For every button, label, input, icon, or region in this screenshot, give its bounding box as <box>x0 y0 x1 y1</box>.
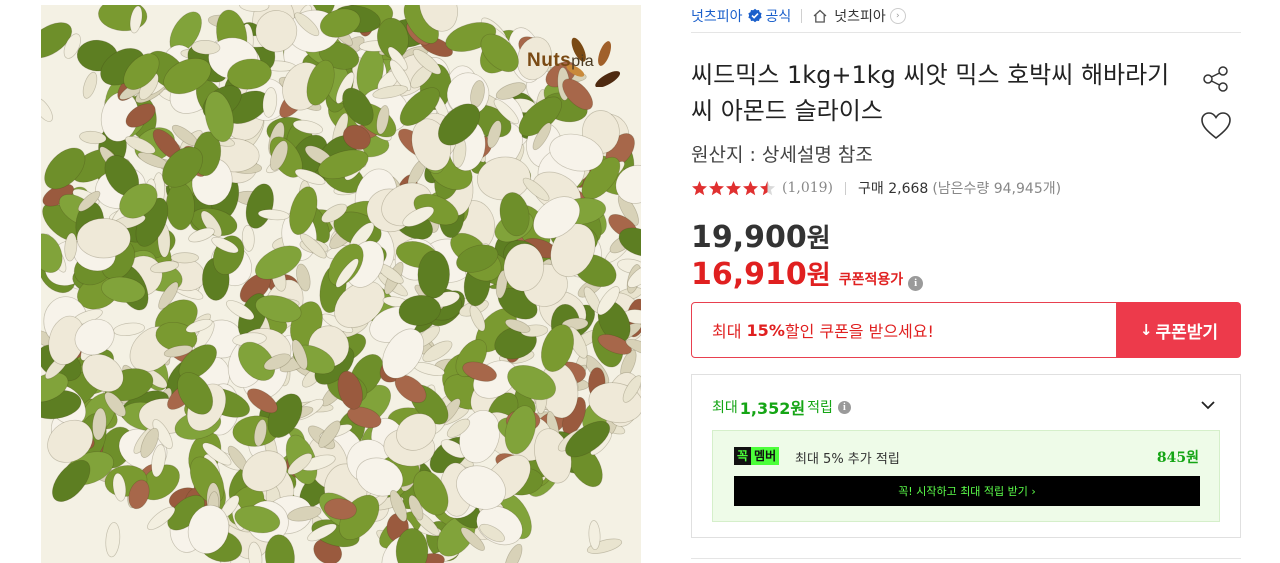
product-image[interactable]: Nutspia <box>41 5 641 563</box>
info-icon[interactable]: i <box>908 275 924 291</box>
star-icon <box>709 180 724 195</box>
home-icon <box>813 9 827 23</box>
badge-part: 멤버 <box>751 447 780 465</box>
membership-badge: 꼭 멤버 <box>734 447 780 465</box>
membership-cta-button[interactable]: 꼭! 시작하고 최대 적립 받기 › <box>734 476 1200 506</box>
membership-text: 최대 5% 추가 적립 <box>795 452 900 467</box>
points-summary: 최대 1,352원 적립 i <box>712 395 851 419</box>
star-icon <box>726 180 741 195</box>
purchase-count: 구매 2,668 <box>858 181 929 197</box>
official-label: 공식 <box>765 9 792 25</box>
get-coupon-label: 쿠폰받기 <box>1155 322 1219 343</box>
badge-part: 꼭 <box>734 447 752 465</box>
info-icon[interactable]: i <box>837 400 851 414</box>
membership-promo: 꼭 멤버 최대 5% 추가 적립 845원 꼭! 시작하고 최대 적립 받기 › <box>712 430 1220 522</box>
star-icon <box>692 180 707 195</box>
stock-count: (남은수량 94,945개) <box>932 181 1062 197</box>
store-name-link[interactable]: 넛츠피아 <box>691 6 743 26</box>
points-section: 최대 1,352원 적립 i 꼭 멤버 최대 5% 추가 적립 845원 꼭! 시… <box>691 374 1241 538</box>
coupon-prefix: 최대 <box>712 322 742 341</box>
membership-amount: 845원 <box>1156 450 1199 466</box>
original-price-value: 19,900 <box>691 220 807 255</box>
points-amount: 1,352원 <box>739 399 806 418</box>
divider <box>801 9 803 23</box>
star-icon <box>743 180 758 195</box>
coupon-suffix: 할인 쿠폰을 받으세요! <box>784 322 934 341</box>
chevron-down-icon[interactable] <box>1198 395 1218 415</box>
share-icon[interactable] <box>1199 62 1233 96</box>
product-info-panel: 넛츠피아 공식 넛츠피아 › 씨드믹스 1kg+1kg 씨앗 믹스 호박씨 해바… <box>691 0 1241 563</box>
origin-text: 원산지 : 상세설명 참조 <box>691 144 873 166</box>
points-suffix: 적립 <box>807 400 833 416</box>
store-home-link[interactable]: 넛츠피아 <box>834 6 886 26</box>
sale-price-row: 16,910원 쿠폰적용가 i <box>691 255 924 292</box>
divider <box>845 181 847 195</box>
chevron-right-icon[interactable]: › <box>889 8 906 24</box>
store-bar: 넛츠피아 공식 넛츠피아 › <box>691 0 1241 33</box>
price-unit: 원 <box>806 224 831 254</box>
review-count[interactable]: (1,019) <box>782 180 833 196</box>
star-rating <box>691 180 776 197</box>
coupon-percent: 15% <box>746 320 785 340</box>
sale-price-value: 16,910 <box>691 257 807 292</box>
verified-icon <box>747 8 762 23</box>
original-price: 19,900원 <box>691 218 831 255</box>
product-photo <box>41 5 641 563</box>
points-prefix: 최대 <box>712 400 738 416</box>
product-title: 씨드믹스 1kg+1kg 씨앗 믹스 호박씨 해바라기씨 아몬드 슬라이스 <box>691 61 1170 125</box>
brand-logo: Nutspia <box>527 50 595 71</box>
divider <box>691 558 1241 559</box>
coupon-price-label: 쿠폰적용가 <box>838 272 904 288</box>
rating-row: (1,019) 구매 2,668 (남은수량 94,945개) <box>691 178 1061 198</box>
heart-icon[interactable] <box>1199 109 1233 143</box>
get-coupon-button[interactable]: ↓ 쿠폰받기 <box>1117 302 1241 358</box>
sale-price: 16,910원 <box>691 255 831 292</box>
price-unit: 원 <box>806 261 831 291</box>
download-icon: ↓ <box>1139 321 1153 339</box>
star-icon <box>760 180 775 195</box>
coupon-banner: 최대 15% 할인 쿠폰을 받으세요! <box>691 302 1117 358</box>
